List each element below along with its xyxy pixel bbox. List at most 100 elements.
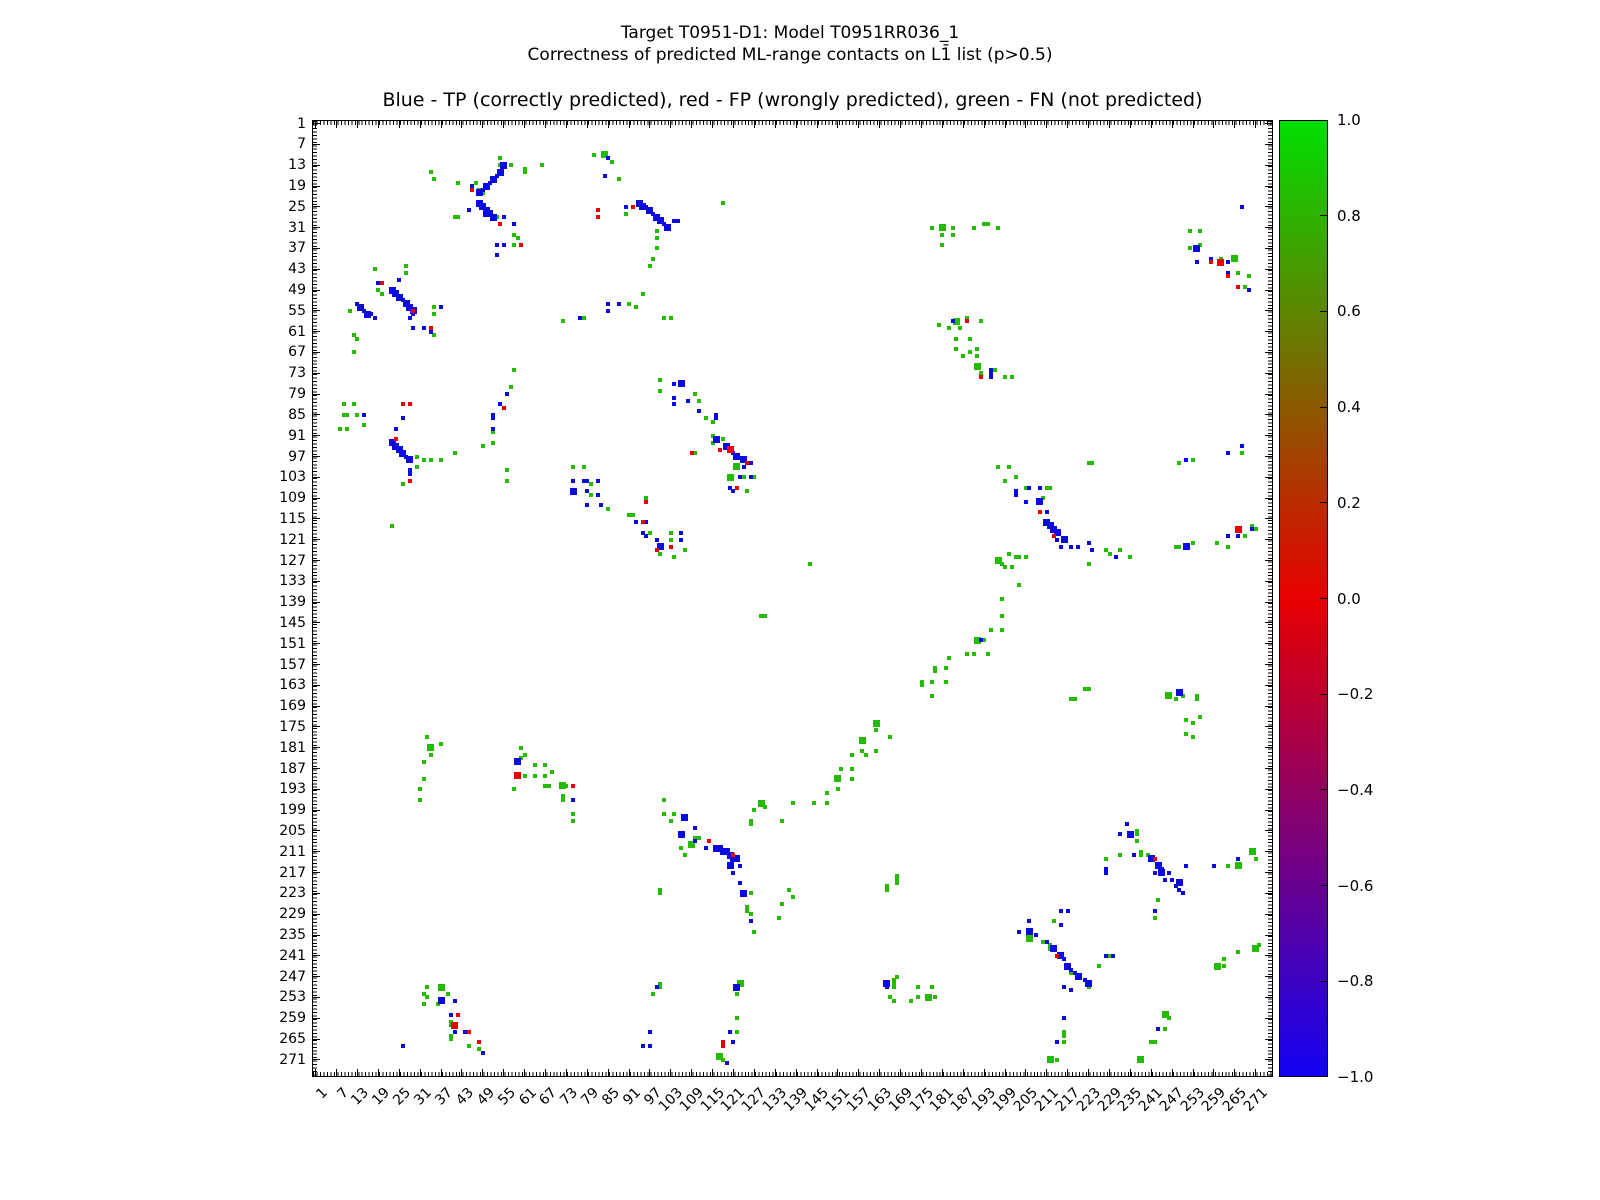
data-point-tp_blue [748, 461, 753, 466]
data-point-tp_blue [633, 520, 638, 525]
data-point-tp_blue [1104, 953, 1109, 958]
x-major-tick [837, 121, 839, 128]
x-major-tick [837, 1069, 839, 1076]
y-major-tick [1265, 289, 1272, 291]
data-point-fn_green [929, 225, 934, 230]
data-point-fn_green [1117, 853, 1122, 858]
colorbar-tick-label: −0.4 [1337, 780, 1374, 799]
data-point-tp_blue [1158, 869, 1166, 877]
data-point-tp_blue [1062, 1016, 1067, 1021]
data-point-fn_green [647, 530, 652, 535]
data-point-tp_blue [1124, 822, 1129, 827]
y-major-tick [1265, 955, 1272, 957]
data-point-fn_green [668, 530, 673, 535]
data-point-fn_green [1003, 478, 1008, 483]
data-point-tp_blue [606, 308, 611, 313]
x-major-tick [565, 121, 567, 128]
colorbar-tick [1320, 598, 1327, 599]
data-point-fn_green [466, 1043, 471, 1048]
data-point-tp_blue [647, 1030, 652, 1035]
data-point-tp_blue [726, 862, 734, 870]
data-point-fn_green [957, 326, 962, 331]
y-tick-label: 97 [288, 448, 306, 465]
x-major-tick [503, 121, 505, 128]
y-major-tick [1265, 976, 1272, 978]
y-major-tick [1265, 622, 1272, 624]
y-major-tick [313, 934, 320, 936]
data-point-fn_green [938, 224, 946, 232]
data-point-tp_blue [724, 1061, 729, 1066]
data-point-fn_green [1191, 721, 1196, 726]
x-major-tick [482, 1069, 484, 1076]
y-major-tick [313, 164, 320, 166]
x-major-tick [900, 121, 902, 128]
data-point-fn_green [947, 655, 952, 660]
data-point-fp_red [411, 308, 416, 313]
x-major-tick [962, 1069, 964, 1076]
data-point-fn_green [564, 783, 569, 788]
data-point-fp_red [519, 242, 524, 247]
y-major-tick [1265, 872, 1272, 874]
x-major-tick [691, 1069, 693, 1076]
x-major-tick [336, 121, 338, 128]
data-point-tp_blue [428, 329, 433, 334]
x-major-tick [795, 1069, 797, 1076]
data-point-fp_red [379, 281, 384, 286]
data-point-fn_green [512, 367, 517, 372]
y-tick-label: 139 [279, 594, 306, 611]
data-point-fn_green [344, 412, 349, 417]
data-point-fn_green [421, 759, 426, 764]
y-major-tick [1265, 705, 1272, 707]
data-point-fn_green [933, 995, 938, 1000]
data-point-fn_green [985, 652, 990, 657]
data-point-fn_green [581, 464, 586, 469]
y-tick-label: 7 [297, 136, 306, 153]
colorbar-tick [1320, 215, 1327, 217]
x-major-tick [1046, 121, 1048, 128]
x-major-tick [941, 1069, 943, 1076]
data-point-fn_green [916, 985, 921, 990]
data-point-fn_green [351, 402, 356, 407]
data-point-fn_green [973, 362, 981, 370]
x-major-tick [732, 1069, 734, 1076]
data-point-tp_blue [494, 242, 499, 247]
data-point-fn_green [425, 995, 430, 1000]
x-major-tick [1171, 1069, 1173, 1076]
data-point-tp_blue [1156, 1026, 1161, 1031]
x-major-tick [356, 1069, 358, 1076]
x-major-tick [461, 1069, 463, 1076]
data-point-fp_red [514, 772, 522, 779]
y-tick-label: 49 [288, 282, 306, 299]
y-major-tick [1265, 351, 1272, 353]
data-point-fn_green [863, 752, 868, 757]
x-major-tick [482, 121, 484, 128]
data-point-fn_green [748, 891, 753, 896]
data-point-fp_red [477, 1040, 482, 1045]
y-major-tick [313, 643, 320, 645]
y-major-tick [1265, 726, 1272, 728]
data-point-fn_green [996, 464, 1001, 469]
x-major-tick [1004, 1069, 1006, 1076]
y-major-tick [1265, 414, 1272, 416]
data-point-fn_green [1138, 853, 1143, 858]
data-point-fn_green [968, 336, 973, 341]
data-point-fn_green [808, 561, 813, 566]
data-point-fn_green [658, 378, 663, 383]
data-point-tp_blue [1023, 499, 1028, 504]
x-major-tick [315, 1069, 317, 1076]
data-point-fn_green [679, 846, 684, 851]
data-point-fn_green [616, 177, 621, 182]
data-point-fn_green [654, 246, 659, 251]
data-point-tp_blue [681, 813, 689, 821]
data-point-tp_blue [741, 464, 746, 469]
x-major-tick [315, 121, 317, 128]
data-point-fn_green [539, 163, 544, 168]
data-point-fn_green [835, 787, 840, 792]
y-major-tick [1265, 393, 1272, 395]
data-point-fn_green [992, 367, 997, 372]
y-major-tick [313, 892, 320, 894]
y-tick-label: 43 [288, 261, 306, 278]
x-major-tick [1192, 1069, 1194, 1076]
data-point-tp_blue [437, 997, 445, 1005]
x-major-tick [1171, 121, 1173, 128]
